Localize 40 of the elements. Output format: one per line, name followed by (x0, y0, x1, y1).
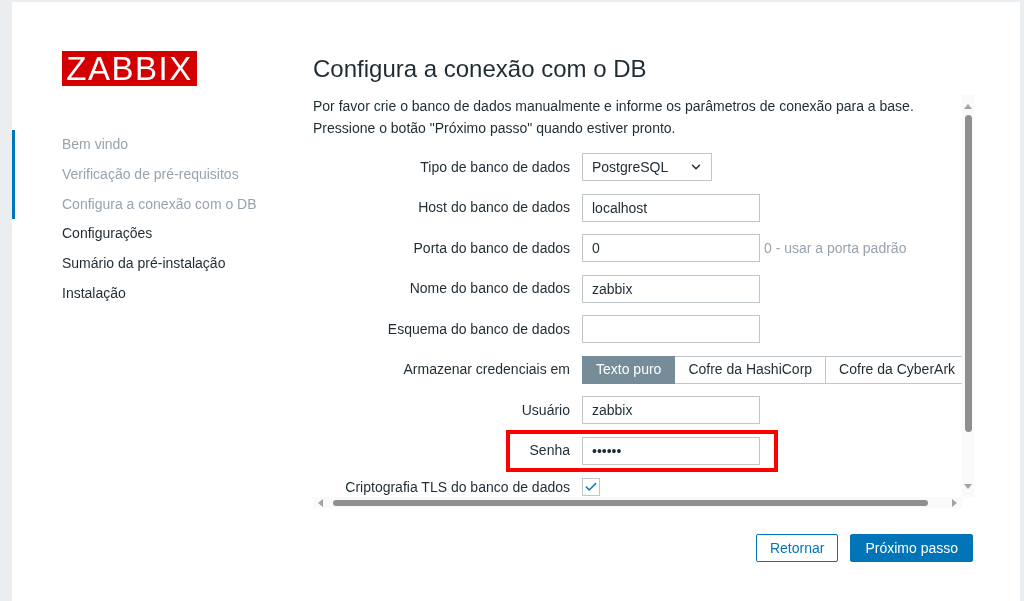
field-label: Usuário (521, 400, 570, 420)
setup-step: Configurações (62, 223, 153, 245)
checkbox[interactable] (582, 478, 600, 496)
scrollbar-thumb[interactable] (964, 115, 972, 432)
scrollbar-thumb[interactable] (333, 499, 928, 506)
vertical-scrollbar[interactable] (962, 95, 974, 497)
description-text: Por favor crie o banco de dados manualmente e informe os parâmetros de conexão para a base. Pressione o botão "Próximo passo" quando estiver pronto. (313, 97, 914, 138)
dropdown[interactable]: PostgreSQL (582, 153, 712, 181)
text-field[interactable]: localhost (582, 193, 760, 222)
text-field[interactable] (582, 315, 760, 343)
segment-tab[interactable]: Cofre da HashiCorp (675, 355, 827, 384)
setup-step: Sumário da pré-instalação (62, 253, 226, 275)
field-label: Host do banco de dados (418, 198, 570, 217)
scroll-left-icon[interactable] (318, 498, 323, 507)
field-label: Nome do banco de dados (409, 279, 570, 298)
checkmark-icon (584, 480, 598, 494)
field-label: Esquema do banco de dados (387, 319, 570, 339)
back-button[interactable]: Retornar (755, 534, 839, 562)
scroll-up-icon[interactable] (964, 104, 972, 109)
logo: ZABBIX (62, 51, 197, 86)
setup-step: Instalação (62, 282, 126, 304)
field-label: Tipo de banco de dados (420, 157, 570, 177)
text-field[interactable]: zabbix (582, 396, 760, 424)
page-title: Configura a conexão com o DB (313, 54, 647, 84)
setup-step: Verificação de pré-requisitos (62, 164, 239, 186)
text-field[interactable]: •••••• (582, 436, 760, 465)
scroll-down-icon[interactable] (964, 484, 972, 489)
scroll-right-icon[interactable] (952, 498, 957, 507)
field-label: Porta do banco de dados (413, 238, 570, 258)
setup-step: Configura a conexão com o DB (62, 193, 257, 215)
hint-text: 0 - usar a porta padrão (764, 238, 907, 258)
setup-step: Bem vindo (62, 134, 129, 156)
text-field[interactable]: zabbix (582, 274, 760, 303)
field-label: Senha (529, 441, 570, 460)
text-field[interactable]: 0 (582, 234, 760, 262)
field-label: Criptografia TLS do banco de dados (345, 477, 570, 497)
next-step-button[interactable]: Próximo passo (850, 534, 973, 562)
field-label: Armazenar credenciais em (403, 360, 570, 379)
segment-tab[interactable]: Cofre da CyberArk (826, 355, 962, 384)
horizontal-scrollbar[interactable] (313, 497, 962, 508)
